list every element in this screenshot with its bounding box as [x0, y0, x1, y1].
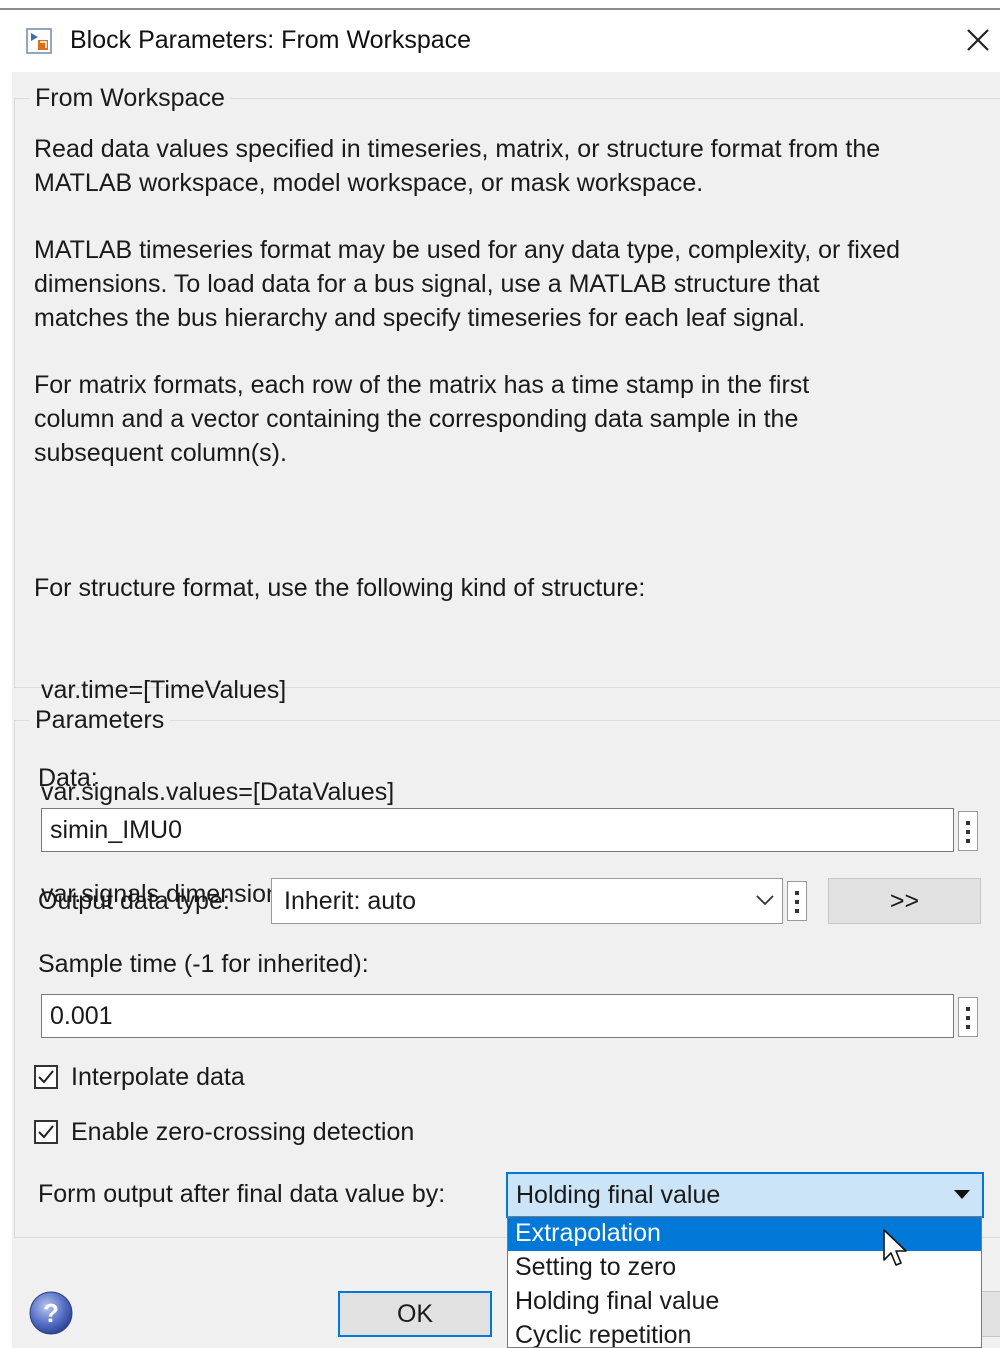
- parameters-group-legend: Parameters: [35, 706, 165, 734]
- zero-crossing-label[interactable]: Enable zero-crossing detection: [71, 1118, 414, 1147]
- zero-crossing-checkbox[interactable]: [34, 1120, 58, 1144]
- checkmark-icon: [38, 1070, 54, 1084]
- data-label: Data:: [38, 764, 98, 792]
- dropdown-option-holding-final-value[interactable]: Holding final value: [508, 1285, 981, 1319]
- interpolate-data-label[interactable]: Interpolate data: [71, 1063, 245, 1092]
- help-icon[interactable]: ?: [28, 1290, 74, 1336]
- form-output-select[interactable]: Holding final value: [506, 1172, 984, 1218]
- sample-time-options-kebab[interactable]: [958, 997, 978, 1037]
- description-paragraph-2: MATLAB timeseries format may be used for…: [34, 236, 901, 332]
- dropdown-option-cyclic-repetition[interactable]: Cyclic repetition: [508, 1319, 981, 1347]
- description-paragraph-1: Read data values specified in timeseries…: [34, 135, 881, 197]
- description-paragraph-3: For matrix formats, each row of the matr…: [34, 371, 810, 467]
- data-type-assistant-button[interactable]: >>: [828, 878, 981, 924]
- sample-time-field[interactable]: 0.001: [41, 994, 954, 1038]
- close-icon[interactable]: [962, 24, 994, 56]
- chevron-down-icon: [756, 895, 774, 906]
- checkmark-icon: [38, 1125, 54, 1139]
- mouse-pointer-icon: [883, 1229, 907, 1266]
- output-data-type-select[interactable]: Inherit: auto: [271, 878, 783, 924]
- svg-text:?: ?: [43, 1298, 59, 1328]
- form-output-selected-value: Holding final value: [516, 1181, 721, 1209]
- dropdown-arrow-icon: [954, 1190, 970, 1199]
- form-output-label: Form output after final data value by:: [38, 1180, 446, 1208]
- title-bar[interactable]: Block Parameters: From Workspace: [0, 10, 1000, 72]
- description-group-legend: From Workspace: [35, 84, 225, 112]
- sample-time-label: Sample time (-1 for inherited):: [38, 950, 369, 978]
- interpolate-data-checkbox[interactable]: [34, 1065, 58, 1089]
- data-field[interactable]: simin_IMU0: [41, 808, 954, 852]
- simulink-block-icon: [26, 28, 52, 54]
- cancel-button[interactable]: [982, 1291, 1000, 1337]
- window-title: Block Parameters: From Workspace: [70, 26, 472, 54]
- data-options-kebab[interactable]: [958, 811, 978, 851]
- output-data-type-options-kebab[interactable]: [787, 881, 807, 921]
- ok-button[interactable]: OK: [338, 1291, 492, 1337]
- output-data-type-label: Output data type:: [38, 887, 230, 915]
- output-data-type-value: Inherit: auto: [284, 887, 417, 915]
- window-top-edge: [0, 0, 1000, 10]
